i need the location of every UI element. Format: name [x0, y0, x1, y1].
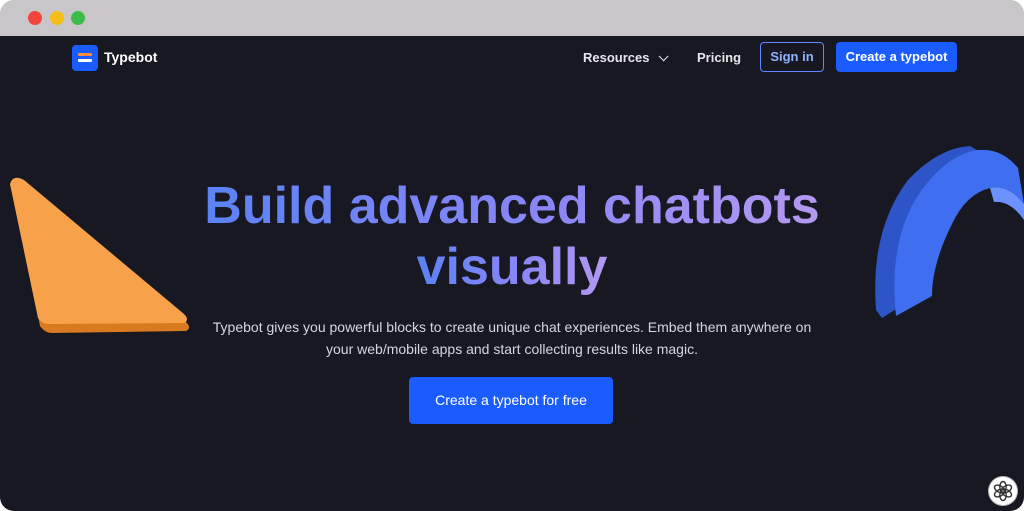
create-typebot-free-button[interactable]: Create a typebot for free [409, 377, 613, 424]
nav-resources-menu[interactable]: Resources [583, 50, 670, 65]
hero-title: Build advanced chatbots visually [150, 176, 874, 298]
chevron-down-icon [659, 51, 670, 62]
top-navigation: Typebot Resources Pricing Sign in Create… [0, 36, 1024, 80]
brand-name[interactable]: Typebot [104, 49, 157, 65]
hero-title-line-2: visually [416, 238, 608, 296]
typebot-logo-icon[interactable] [72, 45, 98, 71]
browser-window: Typebot Resources Pricing Sign in Create… [0, 0, 1024, 511]
create-typebot-button[interactable]: Create a typebot [836, 42, 957, 72]
browser-titlebar [0, 0, 1024, 36]
minimize-window-button[interactable] [50, 11, 64, 25]
hero-subtitle: Typebot gives you powerful blocks to cre… [212, 319, 812, 357]
nav-resources-label: Resources [583, 50, 650, 65]
blue-arch-decoration [875, 146, 1024, 318]
sign-in-button[interactable]: Sign in [760, 42, 824, 72]
hero-title-line-1: Build advanced chatbots [204, 177, 820, 235]
chat-assistant-icon[interactable] [989, 477, 1017, 505]
maximize-window-button[interactable] [71, 11, 85, 25]
nav-pricing-link[interactable]: Pricing [697, 50, 741, 65]
close-window-button[interactable] [28, 11, 42, 25]
page-viewport: Typebot Resources Pricing Sign in Create… [0, 36, 1024, 511]
